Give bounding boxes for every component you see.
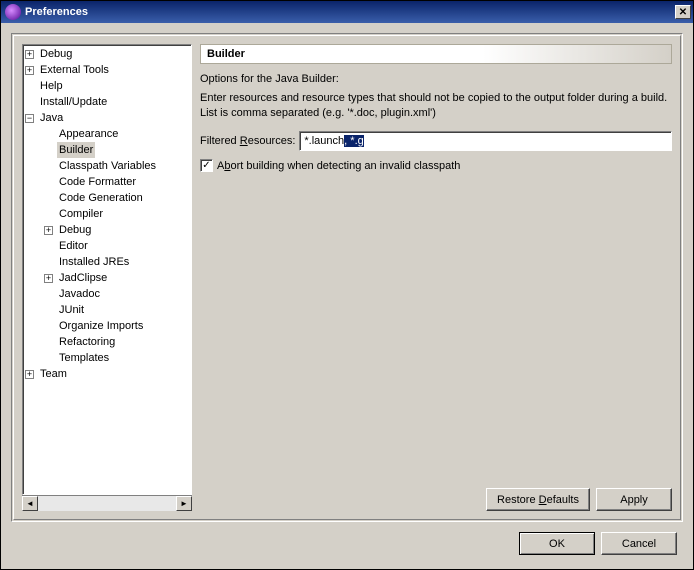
preferences-tree: + Debug + External ToolsHelpInstall/Update−…	[23, 45, 191, 383]
eclipse-icon	[5, 4, 21, 20]
tree-item[interactable]: Appearance	[23, 126, 191, 142]
tree-item-label: JUnit	[57, 302, 86, 318]
tree-expander-icon[interactable]: −	[25, 114, 34, 123]
tree-item[interactable]: + Debug	[23, 46, 191, 62]
tree-item-label: Builder	[57, 142, 95, 158]
tree-item[interactable]: Installed JREs	[23, 254, 191, 270]
page-subheading: Options for the Java Builder:	[200, 72, 672, 87]
tree-viewport[interactable]: + Debug + External ToolsHelpInstall/Update−…	[22, 44, 192, 495]
abort-building-checkbox[interactable]: ✓	[200, 159, 213, 172]
preferences-window: Preferences ✕ +Debug+External ToolsHelpI…	[0, 0, 694, 570]
tree-panel: + Debug + External ToolsHelpInstall/Update−…	[22, 44, 192, 511]
tree-item-label: Javadoc	[57, 286, 102, 302]
tree-item[interactable]: + JadClipse	[23, 270, 191, 286]
tree-item-label: Java	[38, 110, 65, 126]
tree-item[interactable]: + External Tools	[23, 62, 191, 78]
tree-item-label: Organize Imports	[57, 318, 145, 334]
tree-item-label: Classpath Variables	[57, 158, 158, 174]
content-area: + Debug + External ToolsHelpInstall/Update−…	[1, 23, 693, 569]
page-heading: Builder	[200, 44, 672, 64]
tree-item[interactable]: Builder	[23, 142, 191, 158]
tree-item[interactable]: Compiler	[23, 206, 191, 222]
tree-item-label: External Tools	[38, 62, 111, 78]
restore-defaults-button[interactable]: Restore Defaults	[486, 488, 590, 511]
tree-item[interactable]: Organize Imports	[23, 318, 191, 334]
tree-item-label: Compiler	[57, 206, 105, 222]
tree-expander-icon[interactable]: +	[44, 274, 53, 283]
window-title: Preferences	[25, 6, 88, 18]
filtered-resources-label: Filtered Resources:	[200, 135, 295, 147]
abort-building-label: Abort building when detecting an invalid…	[217, 160, 460, 172]
tree-item[interactable]: Javadoc	[23, 286, 191, 302]
tree-item-label: Install/Update	[38, 94, 109, 110]
scroll-track[interactable]	[38, 496, 176, 511]
tree-expander-icon[interactable]: +	[44, 226, 53, 235]
tree-item-label: Templates	[57, 350, 111, 366]
tree-item-label: Refactoring	[57, 334, 117, 350]
scroll-right-button[interactable]: ►	[176, 496, 192, 511]
tree-item-label: Debug	[38, 46, 74, 62]
tree-item-label: JadClipse	[57, 270, 109, 286]
scroll-left-button[interactable]: ◄	[22, 496, 38, 511]
tree-item-label: Installed JREs	[57, 254, 131, 270]
tree-expander-icon[interactable]: +	[25, 370, 34, 379]
close-button[interactable]: ✕	[675, 5, 691, 19]
tree-item-label: Debug	[57, 222, 93, 238]
tree-item-label: Code Generation	[57, 190, 145, 206]
tree-item[interactable]: Editor	[23, 238, 191, 254]
tree-expander-icon[interactable]: +	[25, 50, 34, 59]
tree-item[interactable]: Classpath Variables	[23, 158, 191, 174]
tree-item[interactable]: Help	[23, 78, 191, 94]
tree-item-label: Editor	[57, 238, 90, 254]
tree-item[interactable]: Install/Update	[23, 94, 191, 110]
tree-item-label: Team	[38, 366, 69, 382]
cancel-button[interactable]: Cancel	[601, 532, 677, 555]
page-buttons: Restore Defaults Apply	[200, 488, 672, 511]
tree-item-label: Help	[38, 78, 65, 94]
tree-item-label: Appearance	[57, 126, 120, 142]
abort-building-row: ✓ Abort building when detecting an inval…	[200, 159, 672, 172]
dialog-buttons: OK Cancel	[11, 522, 683, 559]
filtered-resources-input[interactable]: *.launch, *.g	[299, 131, 672, 151]
tree-item[interactable]: Code Generation	[23, 190, 191, 206]
page-description: Enter resources and resource types that …	[200, 91, 672, 121]
tree-item[interactable]: JUnit	[23, 302, 191, 318]
tree-item[interactable]: + Team	[23, 366, 191, 382]
tree-item-label: Code Formatter	[57, 174, 138, 190]
tree-hscrollbar[interactable]: ◄ ►	[22, 495, 192, 511]
apply-button[interactable]: Apply	[596, 488, 672, 511]
tree-expander-icon[interactable]: +	[25, 66, 34, 75]
tree-item[interactable]: Refactoring	[23, 334, 191, 350]
titlebar: Preferences ✕	[1, 1, 693, 23]
tree-item[interactable]: −Java	[23, 110, 191, 126]
tree-item[interactable]: Code Formatter	[23, 174, 191, 190]
ok-button[interactable]: OK	[519, 532, 595, 555]
tree-item[interactable]: + Debug	[23, 222, 191, 238]
tree-item[interactable]: Templates	[23, 350, 191, 366]
settings-page: Builder Options for the Java Builder: En…	[200, 44, 672, 511]
filtered-resources-row: Filtered Resources: *.launch, *.g	[200, 131, 672, 151]
